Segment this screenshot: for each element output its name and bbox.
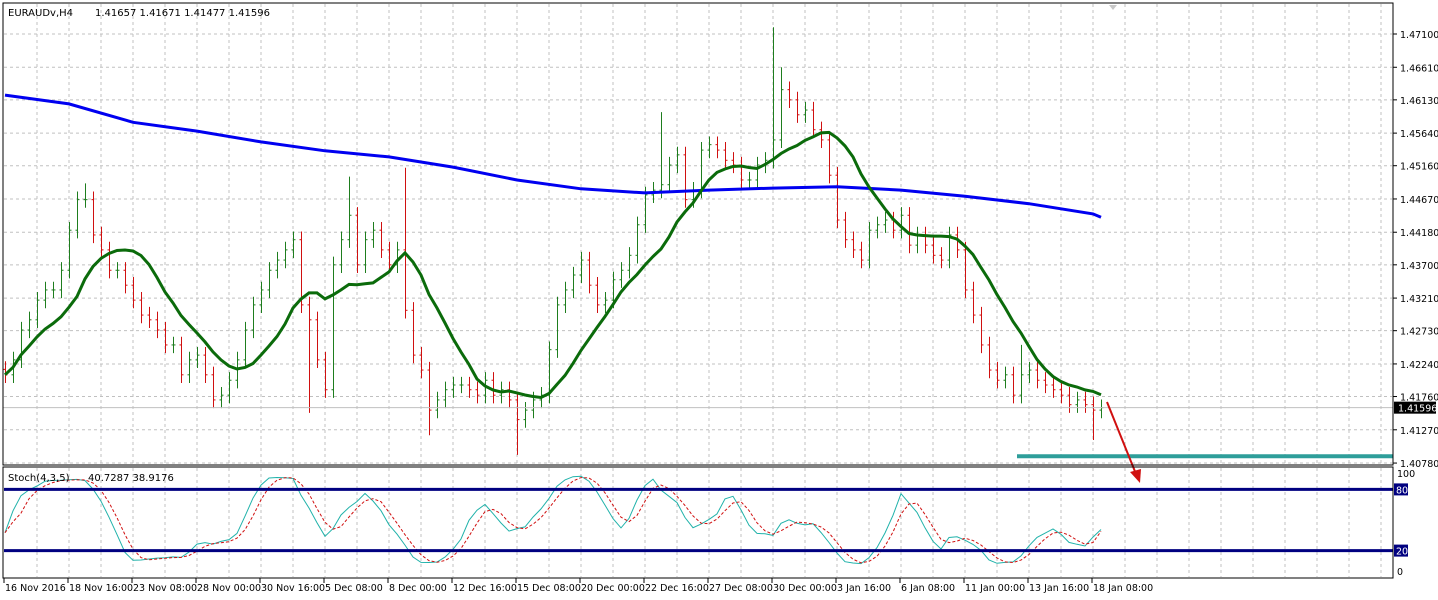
price-tick-label: 1.44180 xyxy=(1400,228,1438,239)
time-tick-label: 15 Dec 08:00 xyxy=(517,583,581,594)
time-tick-label: 8 Dec 00:00 xyxy=(389,583,447,594)
time-tick-label: 30 Dec 00:00 xyxy=(773,583,837,594)
price-tick-label: 1.46130 xyxy=(1400,96,1438,107)
trading-chart[interactable]: EURAUDv,H4 1.41657 1.41671 1.41477 1.415… xyxy=(0,0,1438,600)
time-tick-label: 22 Dec 16:00 xyxy=(645,583,709,594)
price-tick-label: 1.46610 xyxy=(1400,63,1438,74)
stochastic-level-label: 80 xyxy=(1396,485,1408,496)
time-tick-label: 3 Jan 16:00 xyxy=(837,583,891,594)
chart-symbol-label: EURAUDv,H4 xyxy=(8,8,73,19)
time-tick-label: 30 Nov 16:00 xyxy=(261,583,325,594)
time-tick-label: 18 Jan 08:00 xyxy=(1093,583,1153,594)
price-tick-label: 1.47100 xyxy=(1400,30,1438,41)
price-tick-label: 1.43700 xyxy=(1400,261,1438,272)
price-tick-label: 1.41270 xyxy=(1400,426,1438,437)
price-tick-label: 1.42240 xyxy=(1400,360,1438,371)
time-tick-label: 23 Nov 08:00 xyxy=(133,583,197,594)
time-tick-label: 13 Jan 16:00 xyxy=(1029,583,1089,594)
price-tick-label: 1.44670 xyxy=(1400,195,1438,206)
time-tick-label: 27 Dec 08:00 xyxy=(709,583,773,594)
current-price-label: 1.41596 xyxy=(1398,404,1437,415)
stochastic-level-label: 20 xyxy=(1396,547,1408,558)
time-tick-label: 12 Dec 16:00 xyxy=(453,583,517,594)
time-tick-label: 5 Dec 08:00 xyxy=(325,583,383,594)
stochastic-name: Stoch(4,3,5) xyxy=(8,473,70,484)
stochastic-axis-label: 100 xyxy=(1397,469,1415,480)
time-tick-label: 16 Nov 2016 xyxy=(5,583,66,594)
chart-ohlc-values: 1.41657 1.41671 1.41477 1.41596 xyxy=(95,8,270,19)
time-tick-label: 11 Jan 00:00 xyxy=(965,583,1025,594)
time-tick-label: 6 Jan 08:00 xyxy=(901,583,955,594)
stochastic-axis-label: 0 xyxy=(1397,567,1403,578)
price-tick-label: 1.45640 xyxy=(1400,129,1438,140)
price-tick-label: 1.45160 xyxy=(1400,162,1438,173)
price-tick-label: 1.42730 xyxy=(1400,327,1438,338)
stochastic-values: 40.7287 38.9176 xyxy=(88,473,174,484)
time-tick-label: 18 Nov 16:00 xyxy=(69,583,133,594)
time-tick-label: 28 Nov 00:00 xyxy=(197,583,261,594)
time-tick-label: 20 Dec 00:00 xyxy=(581,583,645,594)
price-tick-label: 1.43210 xyxy=(1400,294,1438,305)
